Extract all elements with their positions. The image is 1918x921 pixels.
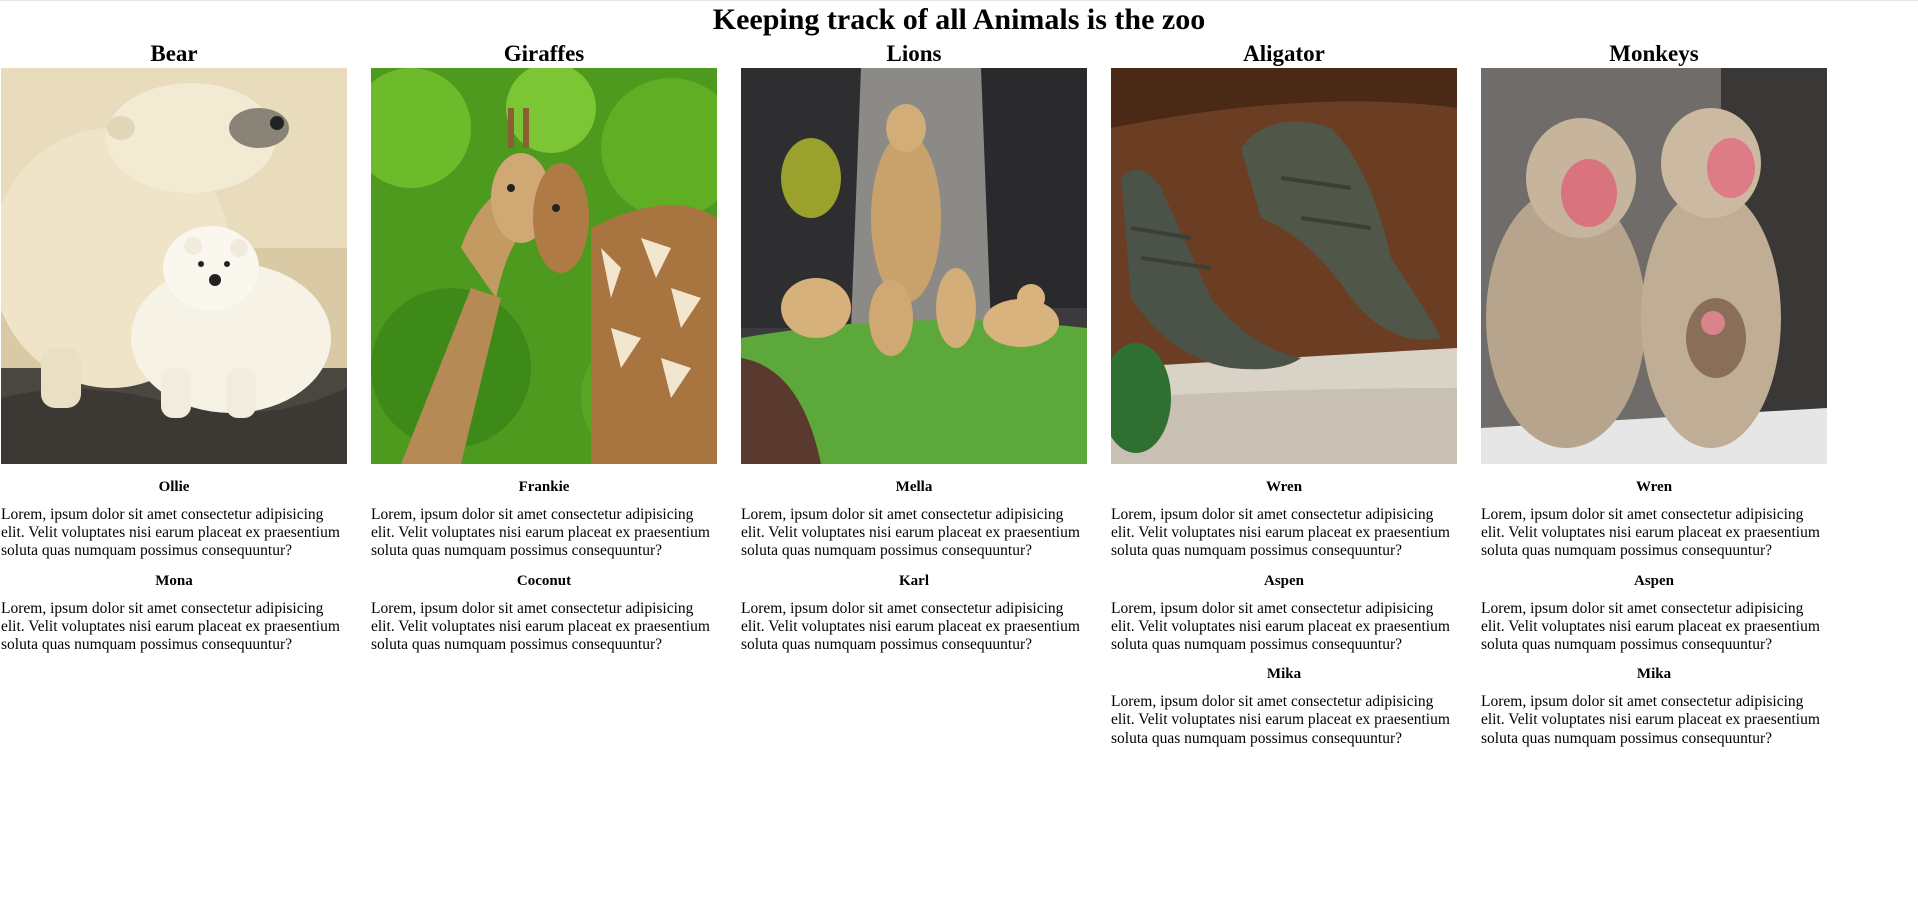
column-heading: Aligator xyxy=(1243,41,1325,66)
giraffes-photo xyxy=(371,68,717,464)
animal-description: Lorem, ipsum dolor sit amet consectetur … xyxy=(1481,506,1820,560)
animal-description: Lorem, ipsum dolor sit amet consectetur … xyxy=(1111,506,1450,560)
animal-description: Lorem, ipsum dolor sit amet consectetur … xyxy=(1,506,340,560)
page-title: Keeping track of all Animals is the zoo xyxy=(712,3,1206,36)
animal-description: Lorem, ipsum dolor sit amet consectetur … xyxy=(1481,693,1820,747)
animal-entry: Mika Lorem, ipsum dolor sit amet consect… xyxy=(1111,665,1457,748)
animal-name: Karl xyxy=(899,572,929,589)
animal-description: Lorem, ipsum dolor sit amet consectetur … xyxy=(741,599,1080,654)
animal-description: Lorem, ipsum dolor sit amet consectetur … xyxy=(741,506,1080,560)
animal-description: Lorem, ipsum dolor sit amet consectetur … xyxy=(1481,599,1820,654)
column-bear: Bear Ollie Lorem, ipsum dolor sit amet c… xyxy=(1,40,347,759)
animal-name: Ollie xyxy=(158,479,190,495)
animal-entry: Coconut Lorem, ipsum dolor sit amet cons… xyxy=(371,572,717,655)
monkeys-photo xyxy=(1481,68,1827,464)
column-heading: Monkeys xyxy=(1609,41,1699,66)
animal-name: Aspen xyxy=(1633,572,1674,589)
animal-name: Coconut xyxy=(516,572,572,589)
column-giraffes: Giraffes Frankie Lorem, ipsum dolor sit … xyxy=(371,40,717,759)
animal-name: Wren xyxy=(1265,479,1303,495)
column-monkeys: Monkeys Wren Lorem, ipsum dolor sit amet… xyxy=(1481,40,1827,759)
animal-entry: Mona Lorem, ipsum dolor sit amet consect… xyxy=(1,572,347,655)
animal-list: Wren Lorem, ipsum dolor sit amet consect… xyxy=(1111,464,1457,748)
animal-description: Lorem, ipsum dolor sit amet consectetur … xyxy=(1,599,340,654)
column-lions: Lions Mella Lorem, ipsum dolor sit amet … xyxy=(741,40,1087,759)
animal-entry: Ollie Lorem, ipsum dolor sit amet consec… xyxy=(1,478,347,561)
animal-name: Mika xyxy=(1636,666,1672,683)
column-heading: Lions xyxy=(886,41,942,66)
animal-description: Lorem, ipsum dolor sit amet consectetur … xyxy=(1111,693,1450,747)
column-heading: Giraffes xyxy=(503,41,585,66)
column-aligator: Aligator Wren Lorem, ipsum dolor sit ame… xyxy=(1111,40,1457,759)
animal-description: Lorem, ipsum dolor sit amet consectetur … xyxy=(371,599,710,654)
animal-entry: Frankie Lorem, ipsum dolor sit amet cons… xyxy=(371,478,717,561)
aligator-photo xyxy=(1111,68,1457,464)
animal-list: Ollie Lorem, ipsum dolor sit amet consec… xyxy=(1,464,347,654)
animal-name: Mika xyxy=(1266,666,1302,683)
animal-list: Frankie Lorem, ipsum dolor sit amet cons… xyxy=(371,464,717,654)
animal-list: Mella Lorem, ipsum dolor sit amet consec… xyxy=(741,464,1087,654)
top-border xyxy=(0,0,1918,1)
animal-entry: Aspen Lorem, ipsum dolor sit amet consec… xyxy=(1111,572,1457,655)
animal-entry: Mika Lorem, ipsum dolor sit amet consect… xyxy=(1481,665,1827,748)
column-heading: Bear xyxy=(150,41,198,66)
animal-name: Mella xyxy=(895,479,933,495)
animal-entry: Wren Lorem, ipsum dolor sit amet consect… xyxy=(1111,478,1457,561)
animal-name: Mona xyxy=(155,572,193,589)
animal-list: Wren Lorem, ipsum dolor sit amet consect… xyxy=(1481,464,1827,748)
animal-name: Aspen xyxy=(1263,572,1304,589)
animal-entry: Aspen Lorem, ipsum dolor sit amet consec… xyxy=(1481,572,1827,655)
animal-entry: Wren Lorem, ipsum dolor sit amet consect… xyxy=(1481,478,1827,561)
animal-entry: Karl Lorem, ipsum dolor sit amet consect… xyxy=(741,572,1087,655)
animal-description: Lorem, ipsum dolor sit amet consectetur … xyxy=(1111,599,1450,654)
animal-columns: Bear Ollie Lorem, ipsum dolor sit amet c… xyxy=(1,40,1827,759)
animal-name: Wren xyxy=(1635,479,1673,495)
animal-entry: Mella Lorem, ipsum dolor sit amet consec… xyxy=(741,478,1087,561)
animal-name: Frankie xyxy=(518,479,570,495)
animal-description: Lorem, ipsum dolor sit amet consectetur … xyxy=(371,506,710,560)
lions-photo xyxy=(741,68,1087,464)
bear-photo xyxy=(1,68,347,464)
